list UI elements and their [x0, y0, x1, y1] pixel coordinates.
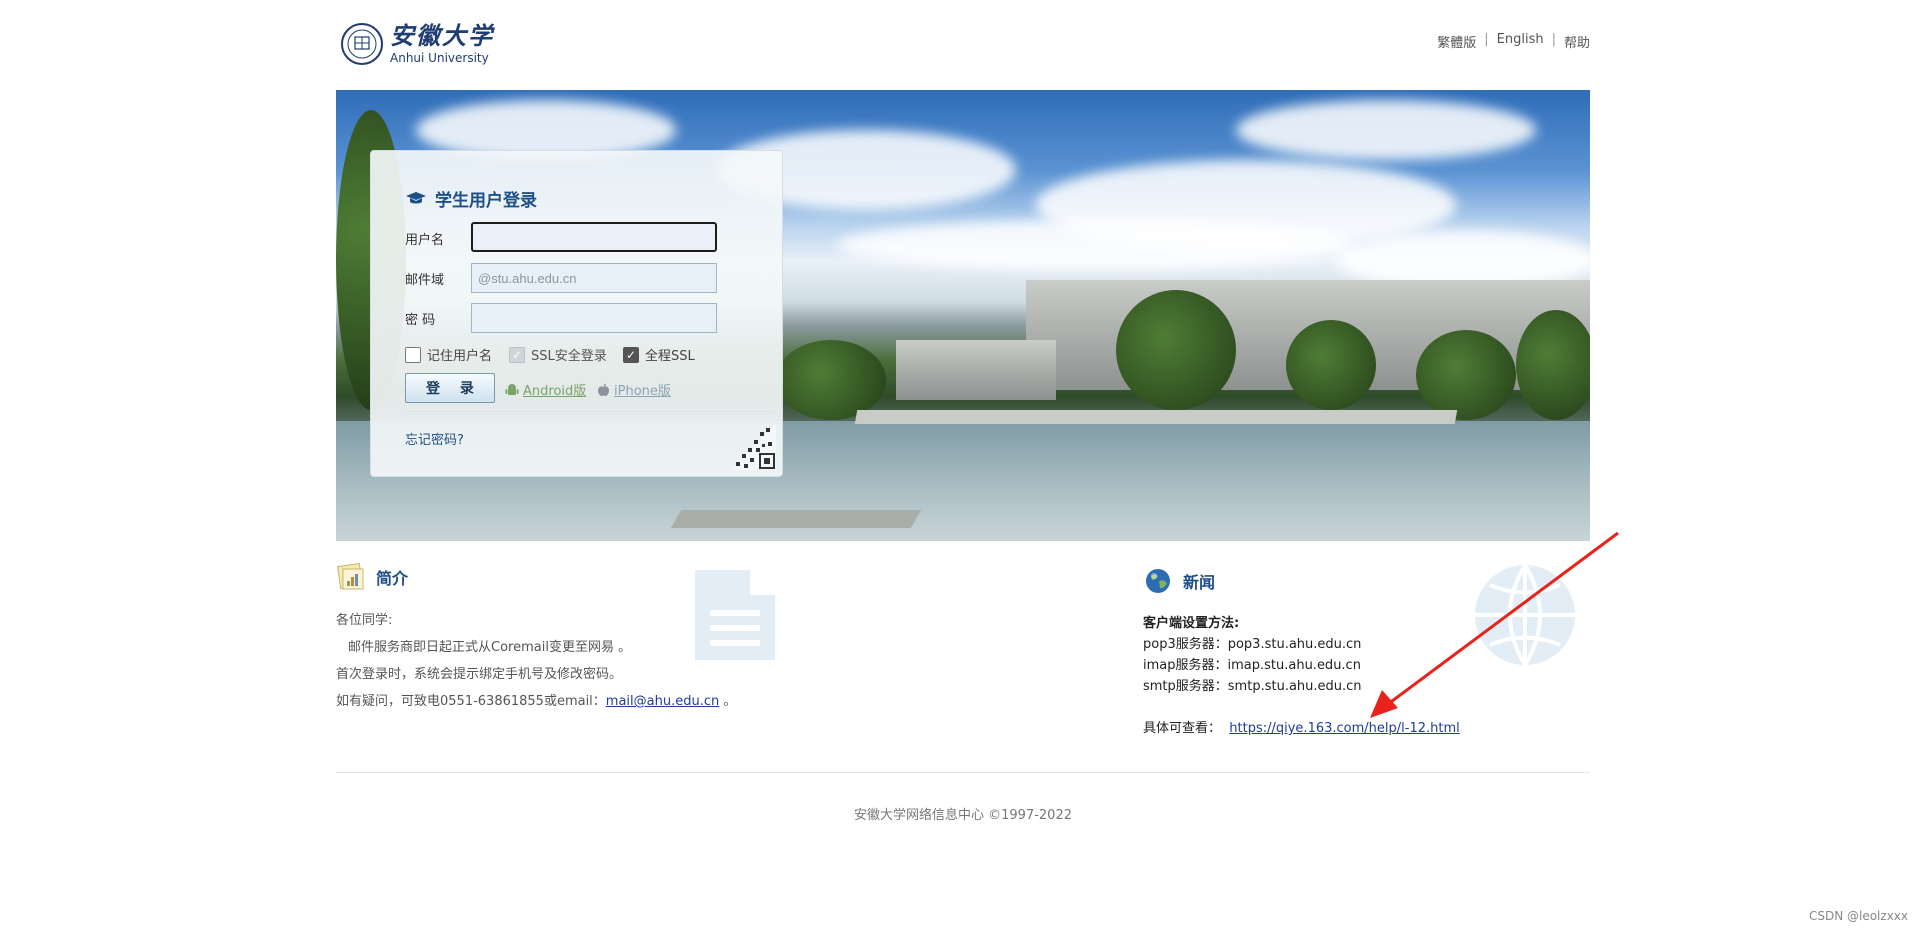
chart-document-icon [337, 563, 364, 590]
news-header: 新闻 [1143, 567, 1593, 595]
intro-line: 邮件服务商即日起正式从Coremail变更至网易 。 [348, 640, 632, 655]
university-logo[interactable]: 安徽大学 Anhui University [340, 22, 494, 66]
login-title: 学生用户登录 [405, 186, 537, 211]
forgot-password-link[interactable]: 忘记密码? [405, 429, 464, 448]
login-title-text: 学生用户登录 [435, 191, 537, 211]
help-doc-link[interactable]: https://qiye.163.com/help/l-12.html [1229, 721, 1459, 736]
smtp-server-line: smtp服务器：smtp.stu.ahu.edu.cn [1143, 679, 1362, 694]
copyright-text: 安徽大学网络信息中心 ©1997-2022 [854, 808, 1072, 823]
news-title: 新闻 [1183, 573, 1216, 592]
top-links: 繁體版 | English | 帮助 [1437, 32, 1590, 51]
intro-line: 各位同学: [336, 613, 393, 628]
mail-domain-label: 邮件域 [405, 273, 445, 288]
link-separator: | [1484, 32, 1489, 47]
android-app-link[interactable]: Android版 [505, 380, 586, 399]
username-input[interactable] [471, 222, 717, 252]
mail-domain-input[interactable] [471, 263, 717, 293]
globe-icon [1146, 569, 1170, 593]
remember-username-label: 记住用户名 [427, 349, 493, 364]
android-app-label: Android版 [523, 384, 587, 399]
remember-username-option[interactable]: 记住用户名 [405, 345, 492, 364]
ssl-login-checkbox[interactable]: ✓ [509, 346, 525, 363]
footer-divider [336, 772, 1590, 773]
username-label: 用户名 [405, 233, 445, 248]
ssl-login-option[interactable]: ✓ SSL安全登录 [509, 345, 607, 364]
intro-title: 简介 [376, 569, 409, 588]
client-setup-heading: 客户端设置方法: [1143, 616, 1240, 631]
imap-server-line: imap服务器：imap.stu.ahu.edu.cn [1143, 658, 1361, 673]
help-prefix: 具体可查看： [1143, 721, 1222, 736]
login-button[interactable]: 登 录 [405, 373, 495, 403]
page: 安徽大学 Anhui University 繁體版 | English | 帮助 [0, 0, 1920, 937]
intro-contact-line: 如有疑问，可致电0551-63861855或email：mail@ahu.edu… [336, 688, 936, 715]
ssl-login-label: SSL安全登录 [531, 349, 607, 364]
login-panel: 学生用户登录 用户名 邮件域 密 码 记住用户名 ✓ SSL安全登录 ✓ 全程S… [370, 150, 783, 477]
password-input[interactable] [471, 303, 717, 333]
english-link[interactable]: English [1497, 32, 1544, 51]
link-separator: | [1551, 32, 1556, 47]
contact-suffix: 。 [719, 694, 737, 709]
full-ssl-label: 全程SSL [645, 349, 695, 364]
full-ssl-option[interactable]: ✓ 全程SSL [623, 345, 695, 364]
intro-body: 各位同学: 邮件服务商即日起正式从Coremail变更至网易 。 首次登录时，系… [336, 607, 936, 715]
help-link[interactable]: 帮助 [1564, 32, 1590, 51]
pop3-server-line: pop3服务器：pop3.stu.ahu.edu.cn [1143, 637, 1362, 652]
android-icon [505, 383, 519, 395]
help-line: 具体可查看： https://qiye.163.com/help/l-12.ht… [1143, 718, 1593, 739]
intro-section: 简介 各位同学: 邮件服务商即日起正式从Coremail变更至网易 。 首次登录… [336, 563, 936, 715]
qr-code-icon[interactable] [730, 424, 776, 470]
news-body: 客户端设置方法: pop3服务器：pop3.stu.ahu.edu.cn ima… [1143, 613, 1593, 739]
logo-chinese-name: 安徽大学 [390, 21, 494, 50]
news-section: 新闻 客户端设置方法: pop3服务器：pop3.stu.ahu.edu.cn … [1143, 567, 1593, 739]
full-ssl-checkbox[interactable]: ✓ [623, 346, 639, 363]
password-label: 密 码 [405, 313, 436, 328]
remember-username-checkbox[interactable] [405, 346, 421, 363]
university-seal-icon [341, 23, 383, 65]
intro-line: 首次登录时，系统会提示绑定手机号及修改密码。 [336, 667, 623, 682]
apple-icon [598, 383, 609, 396]
intro-header: 简介 [336, 563, 936, 591]
iphone-app-link[interactable]: iPhone版 [597, 380, 671, 399]
login-divider [405, 411, 772, 412]
contact-email-link[interactable]: mail@ahu.edu.cn [606, 694, 719, 709]
logo-english-name: Anhui University [390, 51, 489, 65]
csdn-watermark: CSDN @leolzxxx [1808, 909, 1908, 923]
contact-prefix: 如有疑问，可致电0551-63861855或email： [336, 694, 606, 709]
traditional-chinese-link[interactable]: 繁體版 [1437, 32, 1476, 51]
iphone-app-label: iPhone版 [614, 384, 671, 399]
graduation-cap-icon [406, 191, 426, 203]
